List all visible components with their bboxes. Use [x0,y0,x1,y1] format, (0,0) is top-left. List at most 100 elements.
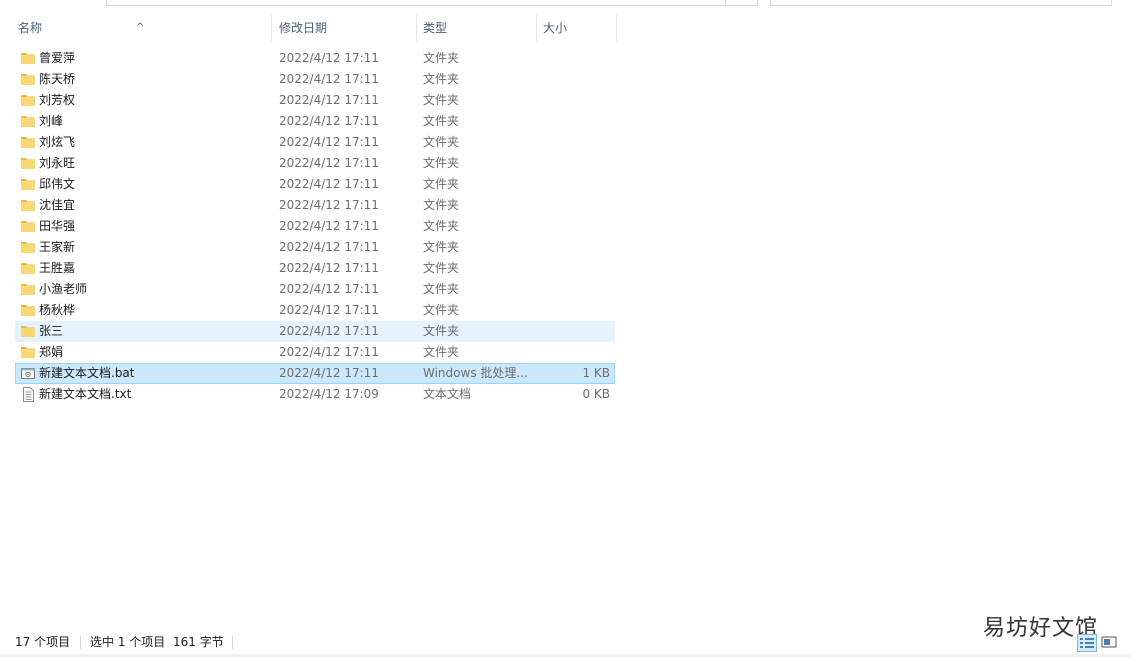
file-size [542,196,610,215]
batch-file-icon [21,368,35,379]
status-divider [232,636,233,649]
folder-icon [21,326,35,337]
file-type: 文本文档 [423,387,472,401]
file-date: 2022/4/12 17:11 [279,93,379,107]
file-date: 2022/4/12 17:11 [279,324,379,338]
file-date: 2022/4/12 17:11 [279,261,379,275]
folder-icon [21,179,35,190]
details-view-button[interactable] [1077,634,1097,652]
file-name: 陈天桥 [39,72,76,86]
file-name: 刘炫飞 [39,135,76,149]
file-row[interactable]: 刘永旺 2022/4/12 17:11 文件夹 [15,153,615,174]
file-row[interactable]: 刘峰 2022/4/12 17:11 文件夹 [15,111,615,132]
file-name: 王胜嘉 [39,261,76,275]
file-size [542,322,610,341]
file-row[interactable]: 张三 2022/4/12 17:11 文件夹 [15,321,615,342]
file-size [542,175,610,194]
file-type: 文件夹 [423,240,460,254]
address-bar[interactable] [106,0,758,6]
file-date: 2022/4/12 17:11 [279,135,379,149]
file-date: 2022/4/12 17:11 [279,114,379,128]
file-row[interactable]: 杨秋桦 2022/4/12 17:11 文件夹 [15,300,615,321]
column-header-size[interactable]: 大小 [537,14,617,42]
status-divider [80,636,81,649]
folder-icon [21,158,35,169]
file-type: 文件夹 [423,72,460,86]
column-header-type-label: 类型 [423,21,448,35]
file-date: 2022/4/12 17:09 [279,387,379,401]
file-name: 杨秋桦 [39,303,76,317]
file-size [542,343,610,362]
file-size [542,70,610,89]
file-size [542,238,610,257]
file-date: 2022/4/12 17:11 [279,303,379,317]
column-header-type[interactable]: 类型 [417,14,537,42]
folder-icon [21,305,35,316]
file-row[interactable]: 王胜嘉 2022/4/12 17:11 文件夹 [15,258,615,279]
top-strip [0,0,1131,6]
status-selection-size: 161 字节 [173,635,224,649]
sort-ascending-icon: ^ [136,22,145,33]
file-date: 2022/4/12 17:11 [279,240,379,254]
address-bar-divider [725,0,726,4]
column-header: 名称 ^ 修改日期 类型 大小 [0,14,1131,42]
file-row[interactable]: 陈天桥 2022/4/12 17:11 文件夹 [15,69,615,90]
file-size [542,112,610,131]
file-type: 文件夹 [423,93,460,107]
column-header-date-label: 修改日期 [279,21,328,35]
file-date: 2022/4/12 17:11 [279,72,379,86]
large-icons-view-button[interactable] [1100,634,1120,652]
file-row[interactable]: 新建文本文档.txt 2022/4/12 17:09 文本文档 0 KB [15,384,615,405]
file-date: 2022/4/12 17:11 [279,198,379,212]
file-type: 文件夹 [423,135,460,149]
status-selection: 选中 1 个项目 [90,635,166,649]
file-name: 沈佳宜 [39,198,76,212]
large-icons-view-icon [1101,636,1117,648]
folder-icon [21,200,35,211]
file-type: 文件夹 [423,345,460,359]
file-type: 文件夹 [423,324,460,338]
file-size [542,49,610,68]
file-type: 文件夹 [423,303,460,317]
folder-icon [21,347,35,358]
folder-icon [21,263,35,274]
file-date: 2022/4/12 17:11 [279,282,379,296]
file-type: 文件夹 [423,114,460,128]
file-date: 2022/4/12 17:11 [279,51,379,65]
file-row[interactable]: 曾爱萍 2022/4/12 17:11 文件夹 [15,48,615,69]
file-size [542,217,610,236]
file-date: 2022/4/12 17:11 [279,366,379,380]
file-row[interactable]: 沈佳宜 2022/4/12 17:11 文件夹 [15,195,615,216]
file-name: 王家新 [39,240,76,254]
folder-icon [21,221,35,232]
file-size: 0 KB [582,387,610,401]
file-type: Windows 批处理... [423,366,528,380]
file-row[interactable]: 田华强 2022/4/12 17:11 文件夹 [15,216,615,237]
folder-icon [21,53,35,64]
file-size [542,301,610,320]
search-box[interactable] [770,0,1112,6]
file-row[interactable]: 新建文本文档.bat 2022/4/12 17:11 Windows 批处理... 1… [15,363,615,384]
file-row[interactable]: 刘炫飞 2022/4/12 17:11 文件夹 [15,132,615,153]
file-name: 张三 [39,324,64,338]
file-size [542,259,610,278]
file-type: 文件夹 [423,219,460,233]
file-explorer-window: 名称 ^ 修改日期 类型 大小 曾爱萍 2022/4/12 17:11 文件夹 陈天桥… [0,0,1131,657]
file-row[interactable]: 王家新 2022/4/12 17:11 文件夹 [15,237,615,258]
file-row[interactable]: 郑娟 2022/4/12 17:11 文件夹 [15,342,615,363]
file-date: 2022/4/12 17:11 [279,219,379,233]
file-type: 文件夹 [423,261,460,275]
folder-icon [21,74,35,85]
file-name: 小渔老师 [39,282,88,296]
file-row[interactable]: 刘芳权 2022/4/12 17:11 文件夹 [15,90,615,111]
file-row[interactable]: 邱伟文 2022/4/12 17:11 文件夹 [15,174,615,195]
file-type: 文件夹 [423,177,460,191]
folder-icon [21,284,35,295]
file-date: 2022/4/12 17:11 [279,345,379,359]
file-type: 文件夹 [423,156,460,170]
file-row[interactable]: 小渔老师 2022/4/12 17:11 文件夹 [15,279,615,300]
details-view-icon [1080,638,1094,648]
file-name: 刘芳权 [39,93,76,107]
file-list: 曾爱萍 2022/4/12 17:11 文件夹陈天桥 2022/4/12 17:11 文… [15,48,615,405]
column-header-date[interactable]: 修改日期 [273,14,417,42]
